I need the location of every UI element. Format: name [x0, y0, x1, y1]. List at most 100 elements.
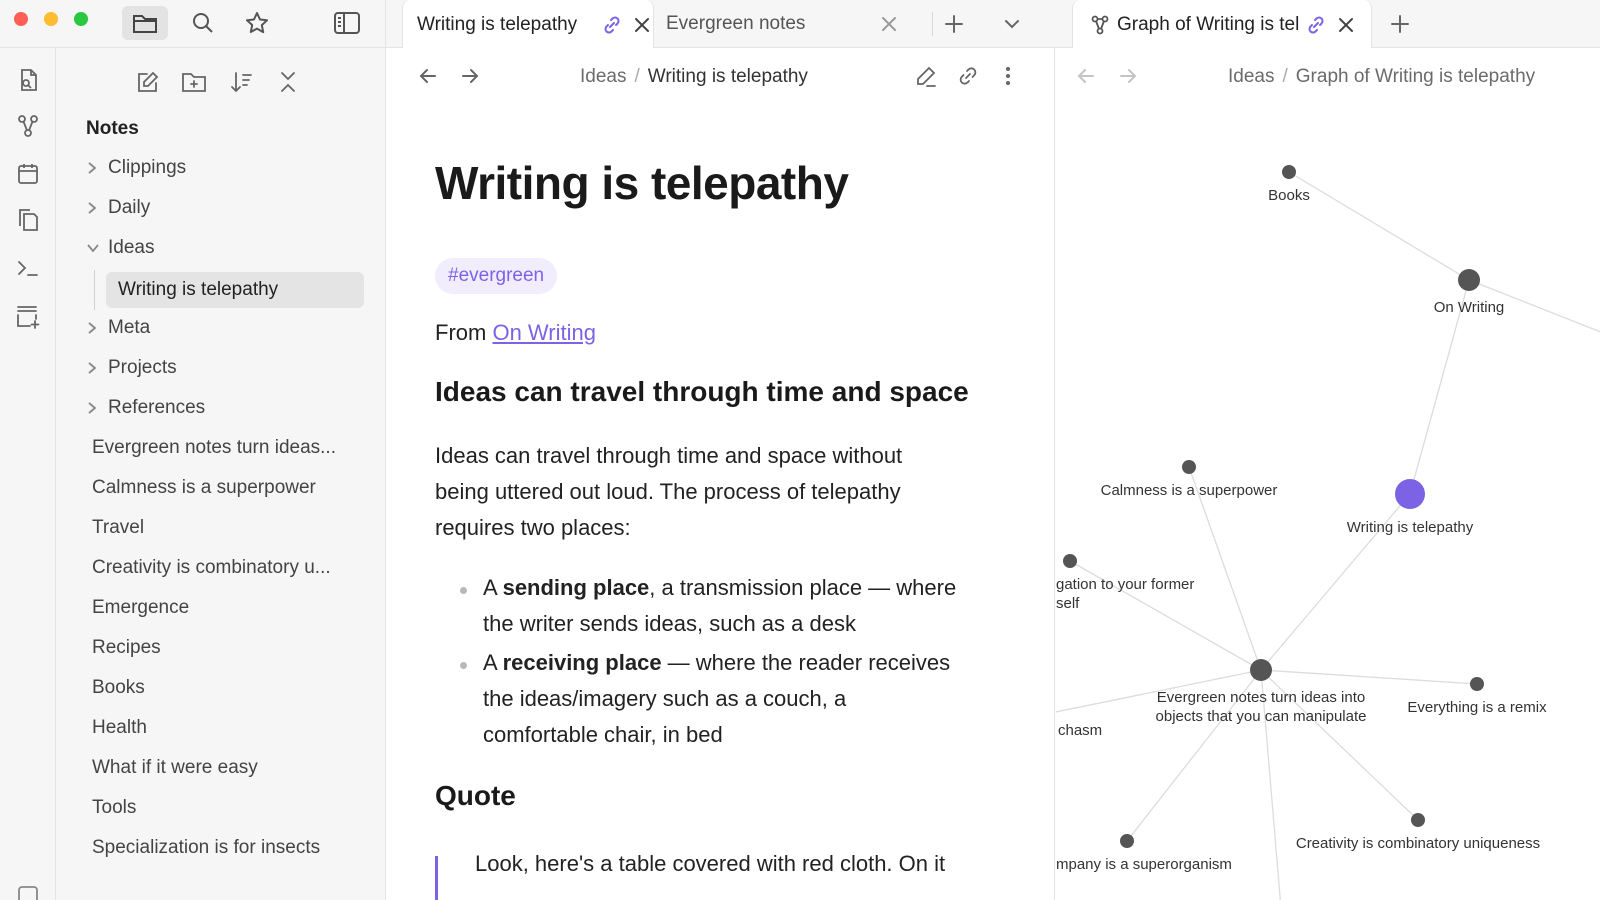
- file-item[interactable]: Emergence: [92, 590, 382, 626]
- templates-button[interactable]: [10, 202, 46, 238]
- graph-node-superorganism[interactable]: [1120, 834, 1134, 848]
- folder-label: Meta: [108, 317, 151, 338]
- graph-node-books[interactable]: [1282, 165, 1296, 179]
- graph-node-obligation[interactable]: [1063, 554, 1077, 568]
- bookmarks-tab-button[interactable]: [234, 6, 280, 40]
- window-minimize-button[interactable]: [44, 12, 58, 26]
- chevron-right-icon: [86, 390, 102, 426]
- graph-node-evergreen[interactable]: [1250, 659, 1272, 681]
- more-options-button[interactable]: [994, 62, 1022, 90]
- graph-canvas[interactable]: Books On Writing Writing is telepathy Calmn…: [1056, 48, 1600, 900]
- graph-node-label-line: Books: [1268, 187, 1310, 204]
- tab-title: Evergreen notes: [666, 13, 806, 34]
- breadcrumb-folder[interactable]: Ideas: [580, 66, 626, 87]
- chevron-down-icon: [86, 230, 102, 266]
- plus-icon: [1390, 14, 1410, 34]
- graph-node-writing-telepathy[interactable]: [1395, 479, 1425, 509]
- graph-node-on-writing[interactable]: [1458, 269, 1480, 291]
- command-palette-icon: [16, 256, 40, 280]
- close-tab-icon[interactable]: [878, 13, 900, 35]
- graph-node-remix[interactable]: [1470, 677, 1484, 691]
- sort-button[interactable]: [224, 64, 260, 100]
- daily-note-icon: [16, 162, 40, 186]
- daily-note-button[interactable]: [10, 156, 46, 192]
- link-icon[interactable]: [601, 14, 623, 36]
- sidebar-header-bar: [0, 0, 386, 48]
- graph-node-label: Books: [1268, 187, 1310, 204]
- file-item[interactable]: Creativity is combinatory u...: [92, 550, 382, 586]
- chevron-right-icon: [86, 190, 102, 226]
- folder-meta[interactable]: Meta: [86, 310, 366, 346]
- folder-clippings[interactable]: Clippings: [86, 150, 366, 186]
- paragraph-line: Ideas can travel through time and space …: [435, 443, 903, 468]
- file-item[interactable]: Recipes: [92, 630, 382, 666]
- selected-note-writing-is-telepathy[interactable]: Writing is telepathy: [106, 272, 364, 308]
- file-item[interactable]: Tools: [92, 790, 382, 826]
- tab-graph-of-writing-is-telepathy[interactable]: Graph of Writing is telepathy: [1072, 0, 1372, 49]
- internal-link-on-writing[interactable]: On Writing: [492, 320, 596, 345]
- ribbon: [0, 48, 56, 900]
- new-canvas-icon: [15, 303, 41, 329]
- folder-icon: [132, 12, 158, 34]
- folder-references[interactable]: References: [86, 390, 366, 426]
- toggle-sidebar-button[interactable]: [324, 6, 370, 40]
- new-note-button[interactable]: [130, 64, 166, 100]
- note-title[interactable]: Writing is telepathy: [435, 156, 849, 210]
- tab-evergreen-notes[interactable]: Evergreen notes: [666, 0, 916, 48]
- blockquote-bar: [435, 856, 438, 900]
- window-close-button[interactable]: [14, 12, 28, 26]
- graph-node-calmness[interactable]: [1182, 460, 1196, 474]
- vault-name: Notes: [86, 118, 139, 139]
- graph-node-label-line: Evergreen notes turn ideas into: [1157, 689, 1365, 706]
- file-item[interactable]: Travel: [92, 510, 382, 546]
- copy-link-button[interactable]: [954, 62, 982, 90]
- collapse-all-button[interactable]: [270, 64, 306, 100]
- file-item[interactable]: Books: [92, 670, 382, 706]
- sort-icon: [230, 70, 254, 94]
- forward-button[interactable]: [456, 62, 484, 90]
- pencil-icon: [915, 65, 937, 87]
- folder-projects[interactable]: Projects: [86, 350, 366, 386]
- graph-node-label: Creativity is combinatory uniqueness: [1296, 835, 1540, 852]
- back-button[interactable]: [414, 62, 442, 90]
- window-zoom-button[interactable]: [74, 12, 88, 26]
- bullet-prefix: A: [483, 650, 503, 675]
- link-icon[interactable]: [1305, 14, 1327, 36]
- vault-switcher-button[interactable]: [10, 878, 46, 900]
- vault-icon: [16, 884, 40, 900]
- folder-label: Ideas: [108, 237, 155, 258]
- more-vertical-icon: [1004, 65, 1012, 87]
- close-tab-icon[interactable]: [631, 14, 653, 36]
- file-item[interactable]: Evergreen notes turn ideas...: [92, 430, 382, 466]
- list-item-continuation: the ideas/imagery such as a couch, a: [483, 686, 847, 711]
- quick-switcher-button[interactable]: [10, 62, 46, 98]
- tab-title: Graph of Writing is telepathy: [1117, 13, 1299, 35]
- close-tab-icon[interactable]: [1335, 14, 1357, 36]
- breadcrumb-note[interactable]: Writing is telepathy: [648, 66, 808, 87]
- search-tab-button[interactable]: [180, 6, 226, 40]
- graph-node-label-line: Writing is telepathy: [1347, 519, 1474, 536]
- folder-label: Projects: [108, 357, 177, 378]
- file-explorer: Notes Clippings Daily Ideas Writing is t…: [56, 48, 386, 900]
- paragraph-line: requires two places:: [435, 515, 631, 540]
- command-palette-button[interactable]: [10, 250, 46, 286]
- file-item[interactable]: Specialization is for insects: [92, 830, 382, 866]
- file-item[interactable]: What if it were easy: [92, 750, 382, 786]
- folder-ideas[interactable]: Ideas: [86, 230, 366, 266]
- new-tab-button[interactable]: [940, 10, 968, 38]
- edit-mode-button[interactable]: [912, 62, 940, 90]
- bullet-prefix: A: [483, 575, 503, 600]
- tab-list-button[interactable]: [998, 10, 1026, 38]
- tab-writing-is-telepathy[interactable]: Writing is telepathy: [402, 0, 654, 49]
- folder-daily[interactable]: Daily: [86, 190, 366, 226]
- new-folder-button[interactable]: [176, 64, 212, 100]
- tag-evergreen[interactable]: #evergreen: [435, 258, 558, 294]
- new-canvas-button[interactable]: [10, 298, 46, 334]
- file-explorer-tab-button[interactable]: [122, 6, 168, 40]
- graph-node-creativity[interactable]: [1411, 813, 1425, 827]
- bold-term: receiving place: [502, 650, 662, 675]
- graph-view-button[interactable]: [10, 108, 46, 144]
- file-item[interactable]: Calmness is a superpower: [92, 470, 382, 506]
- file-item[interactable]: Health: [92, 710, 382, 746]
- new-tab-button[interactable]: [1386, 10, 1414, 38]
